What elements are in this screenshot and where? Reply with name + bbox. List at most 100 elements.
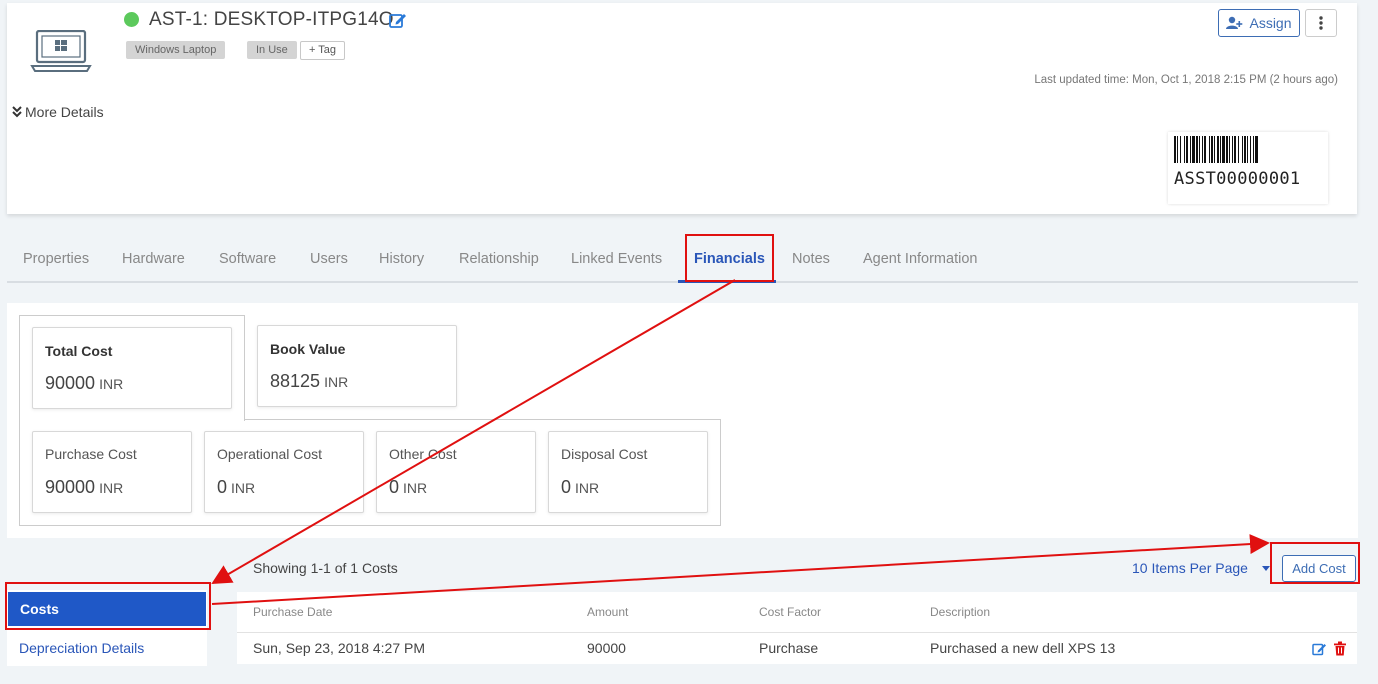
barcode-bar [1184, 136, 1185, 163]
table-cell-amount: 90000 [587, 640, 626, 656]
laptop-icon [30, 30, 92, 72]
items-per-page-dropdown[interactable]: 10 Items Per Page [1132, 560, 1248, 576]
book-value-card: Book Value 88125 INR [257, 325, 457, 407]
barcode-bar [1214, 136, 1215, 163]
purchase-cost-card: Purchase Cost 90000 INR [32, 431, 192, 513]
tab-linked-events[interactable]: Linked Events [571, 251, 662, 267]
barcode-bar [1192, 136, 1195, 163]
tab-bar [7, 236, 1358, 283]
tab-software[interactable]: Software [219, 251, 276, 267]
barcode-bar [1180, 136, 1181, 163]
barcode-bar [1190, 136, 1191, 163]
operational-cost-label: Operational Cost [217, 446, 323, 462]
barcode-bar [1244, 136, 1246, 163]
total-cost-amount: 90000 [45, 373, 96, 393]
add-user-icon [1226, 16, 1243, 29]
total-cost-label: Total Cost [45, 343, 113, 359]
barcode-bar [1202, 136, 1203, 163]
other-cost-amount: 0 [389, 477, 400, 497]
barcode-bar [1255, 136, 1258, 163]
currency-unit: INR [324, 374, 349, 390]
column-header-purchase-date[interactable]: Purchase Date [253, 605, 332, 619]
disposal-cost-value: 0 INR [561, 477, 599, 498]
double-chevron-down-icon [12, 106, 22, 118]
tab-notes[interactable]: Notes [792, 251, 830, 267]
currency-unit: INR [231, 480, 256, 496]
barcode-text: ASST00000001 [1174, 169, 1301, 189]
book-value-value: 88125 INR [270, 371, 348, 392]
column-header-description[interactable]: Description [930, 605, 990, 619]
table-header-divider [237, 632, 1357, 633]
results-count: Showing 1-1 of 1 Costs [253, 560, 398, 576]
barcode-bar [1209, 136, 1210, 163]
barcode-bar [1229, 136, 1230, 163]
kebab-icon [1319, 16, 1323, 30]
disposal-cost-card: Disposal Cost 0 INR [548, 431, 708, 513]
barcode-bar [1204, 136, 1206, 163]
last-updated-text: Last updated time: Mon, Oct 1, 2018 2:15… [1034, 74, 1338, 86]
tab-users[interactable]: Users [310, 251, 348, 267]
book-value-amount: 88125 [270, 371, 321, 391]
barcode-bar [1222, 136, 1225, 163]
total-cost-value: 90000 INR [45, 373, 123, 394]
column-header-amount[interactable]: Amount [587, 605, 628, 619]
column-header-cost-factor[interactable]: Cost Factor [759, 605, 821, 619]
assign-button[interactable]: Assign [1218, 9, 1300, 37]
group-join [20, 418, 244, 421]
edit-icon[interactable] [388, 10, 408, 30]
side-nav-depreciation-details[interactable]: Depreciation Details [19, 640, 144, 656]
add-tag-button[interactable]: + Tag [300, 41, 346, 60]
barcode-bar [1196, 136, 1198, 163]
barcode-bar [1211, 136, 1213, 163]
other-cost-value: 0 INR [389, 477, 427, 498]
more-details-toggle[interactable]: More Details [12, 104, 104, 120]
annotation-highlight-add-cost [1270, 542, 1360, 584]
trash-icon[interactable] [1333, 641, 1347, 656]
tag-chip[interactable]: Windows Laptop [126, 41, 226, 59]
edit-icon[interactable] [1312, 641, 1327, 656]
barcode-bar [1232, 136, 1233, 163]
currency-unit: INR [99, 480, 124, 496]
status-indicator [124, 12, 139, 27]
barcode-bar [1247, 136, 1248, 163]
caret-down-icon[interactable] [1262, 566, 1270, 571]
tab-properties[interactable]: Properties [23, 251, 89, 267]
disposal-cost-label: Disposal Cost [561, 446, 648, 462]
table-cell-description: Purchased a new dell XPS 13 [930, 640, 1116, 656]
other-cost-card: Other Cost 0 INR [376, 431, 536, 513]
operational-cost-card: Operational Cost 0 INR [204, 431, 364, 513]
tab-agent-information[interactable]: Agent Information [863, 251, 977, 267]
purchase-cost-value: 90000 INR [45, 477, 123, 498]
asset-header-card [7, 3, 1357, 214]
asset-title: AST-1: DESKTOP-ITPG14O [149, 9, 394, 30]
table-cell-cost-factor: Purchase [759, 640, 819, 656]
barcode-bar [1199, 136, 1200, 163]
purchase-cost-amount: 90000 [45, 477, 96, 497]
barcode-bar [1226, 136, 1228, 163]
operational-cost-value: 0 INR [217, 477, 255, 498]
barcode-bar [1177, 136, 1178, 163]
barcode-bar [1234, 136, 1236, 163]
currency-unit: INR [99, 376, 124, 392]
total-cost-card: Total Cost 90000 INR [32, 327, 232, 409]
book-value-label: Book Value [270, 341, 346, 357]
barcode-image [1174, 136, 1258, 163]
operational-cost-amount: 0 [217, 477, 228, 497]
more-actions-button[interactable] [1305, 9, 1337, 37]
barcode-bar [1220, 136, 1221, 163]
tab-hardware[interactable]: Hardware [122, 251, 185, 267]
currency-unit: INR [575, 480, 600, 496]
barcode-bar [1253, 136, 1254, 163]
barcode-bar [1217, 136, 1219, 163]
purchase-cost-label: Purchase Cost [45, 446, 137, 462]
tab-history[interactable]: History [379, 251, 424, 267]
currency-unit: INR [403, 480, 428, 496]
tag-chip[interactable]: In Use [247, 41, 297, 59]
barcode-bar [1174, 136, 1176, 163]
other-cost-label: Other Cost [389, 446, 457, 462]
tab-relationship[interactable]: Relationship [459, 251, 539, 267]
barcode-bar [1238, 136, 1239, 163]
disposal-cost-amount: 0 [561, 477, 572, 497]
assign-label: Assign [1249, 15, 1292, 31]
more-details-label: More Details [25, 104, 104, 120]
